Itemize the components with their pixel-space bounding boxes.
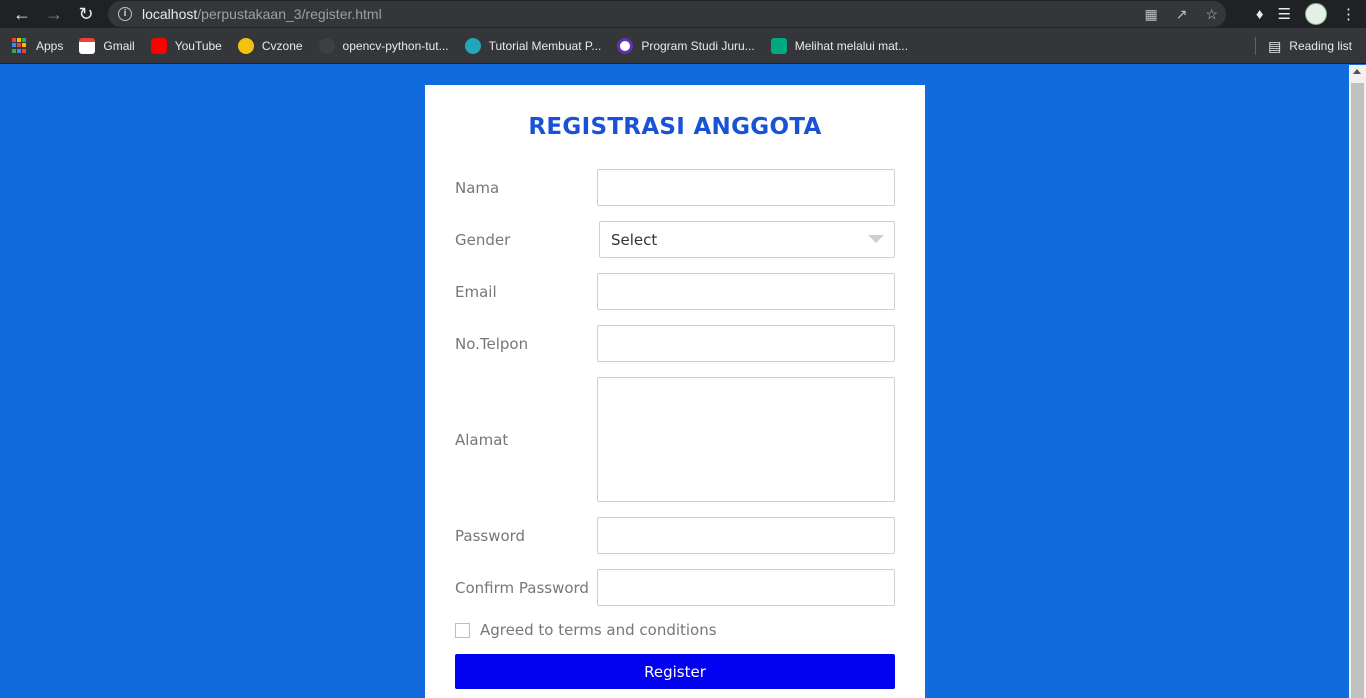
gender-label: Gender — [455, 231, 511, 249]
bookmark-label: Apps — [36, 38, 64, 53]
url-host: localhost — [142, 6, 198, 22]
confirm-password-input[interactable] — [597, 569, 895, 606]
profile-avatar[interactable] — [1305, 3, 1327, 25]
youtube-icon — [150, 37, 167, 54]
bookmark-youtube[interactable]: YouTube — [150, 37, 222, 54]
page-title: REGISTRASI ANGGOTA — [528, 114, 822, 140]
university-icon — [617, 37, 634, 54]
bookmark-program-studi[interactable]: Program Studi Juru... — [617, 37, 755, 54]
translate-icon[interactable]: ▦ — [1144, 6, 1157, 23]
gmail-icon — [79, 37, 96, 54]
page-scrollbar[interactable] — [1349, 65, 1366, 698]
terms-label: Agreed to terms and conditions — [480, 621, 717, 639]
bookmarks-divider — [1255, 37, 1256, 55]
forward-arrow-icon[interactable]: → — [40, 0, 68, 28]
web-icon — [464, 37, 481, 54]
url-path: /perpustakaan_3/register.html — [197, 6, 382, 22]
bookmark-gmail[interactable]: Gmail — [79, 37, 135, 54]
bookmark-cvzone[interactable]: Cvzone — [237, 37, 303, 54]
bookmark-opencv[interactable]: opencv-python-tut... — [318, 37, 449, 54]
reload-icon[interactable]: ↻ — [72, 0, 100, 28]
chevron-down-icon — [868, 235, 884, 243]
media-queue-icon[interactable]: ☰ — [1278, 5, 1291, 23]
password-label: Password — [455, 527, 526, 545]
address-bar[interactable]: i localhost/perpustakaan_3/register.html… — [108, 1, 1226, 27]
reading-list-label: Reading list — [1289, 39, 1352, 53]
menu-kebab-icon[interactable]: ⋮ — [1341, 5, 1356, 23]
share-icon[interactable]: ↗ — [1176, 6, 1188, 23]
bookmark-label: Cvzone — [261, 38, 303, 53]
confirm-password-label: Confirm Password — [455, 579, 589, 597]
reading-list-icon: ▤ — [1268, 37, 1282, 54]
browser-toolbar: ← → ↻ i localhost/perpustakaan_3/registe… — [0, 0, 1366, 28]
terms-checkbox[interactable] — [455, 623, 470, 638]
bookmarks-bar: Apps Gmail YouTube Cvzone opencv-python-… — [0, 28, 1366, 64]
apps-grid-icon — [12, 37, 28, 54]
register-button[interactable]: Register — [455, 654, 895, 689]
bookmark-melihat[interactable]: Melihat melalui mat... — [770, 37, 909, 54]
email-input[interactable] — [597, 273, 895, 310]
nama-label: Nama — [455, 179, 500, 197]
gender-selected-value: Select — [611, 230, 658, 249]
scroll-up-arrow-icon[interactable] — [1353, 69, 1361, 74]
page-icon — [770, 37, 787, 54]
alamat-textarea[interactable] — [597, 377, 895, 502]
info-icon[interactable]: i — [118, 7, 132, 21]
omnibox-actions: ▦ ↗ ☆ — [1144, 1, 1218, 27]
telpon-input[interactable] — [597, 325, 895, 362]
extensions-puzzle-icon[interactable]: ♦ — [1256, 6, 1264, 23]
bookmark-star-icon[interactable]: ☆ — [1205, 6, 1218, 23]
bookmark-label: opencv-python-tut... — [342, 38, 449, 53]
bookmark-tutorial[interactable]: Tutorial Membuat P... — [464, 37, 602, 54]
gender-select[interactable]: Select — [599, 221, 895, 258]
alamat-label: Alamat — [455, 431, 509, 449]
bookmark-label: Tutorial Membuat P... — [488, 38, 602, 53]
github-icon — [318, 37, 335, 54]
nama-input[interactable] — [597, 169, 895, 206]
registration-card: REGISTRASI ANGGOTA Nama Gender Select Em… — [425, 85, 925, 698]
toolbar-right: ♦ ☰ ⋮ — [1256, 0, 1356, 28]
bookmark-label: Gmail — [103, 38, 135, 53]
bookmark-label: YouTube — [174, 38, 222, 53]
email-label: Email — [455, 283, 497, 301]
bookmark-apps[interactable]: Apps — [12, 37, 64, 54]
telpon-label: No.Telpon — [455, 335, 529, 353]
url-text[interactable]: localhost/perpustakaan_3/register.html — [142, 6, 382, 22]
password-input[interactable] — [597, 517, 895, 554]
scroll-thumb[interactable] — [1351, 83, 1364, 698]
back-arrow-icon[interactable]: ← — [8, 0, 36, 28]
cvzone-icon — [237, 37, 254, 54]
reading-list-button[interactable]: ▤ Reading list — [1268, 28, 1352, 64]
bookmark-label: Melihat melalui mat... — [794, 38, 909, 53]
bookmark-label: Program Studi Juru... — [641, 38, 755, 53]
